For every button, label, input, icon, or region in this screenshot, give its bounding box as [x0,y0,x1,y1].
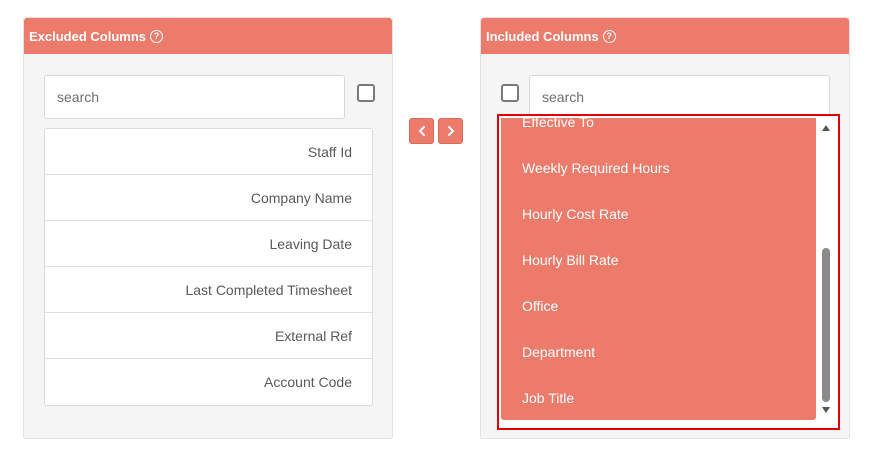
list-item[interactable]: Office [501,283,816,329]
included-columns-header: Included Columns ? [481,18,849,54]
question-circle-icon[interactable]: ? [150,29,164,43]
excluded-columns-title: Excluded Columns [29,28,147,44]
included-columns-title: Included Columns [486,28,599,44]
move-right-button[interactable] [438,118,463,144]
excluded-columns-panel: Excluded Columns ? Staff Id Company Name… [23,17,393,439]
list-item[interactable]: Company Name [45,175,372,221]
scroll-thumb[interactable] [822,248,830,402]
included-columns-list[interactable]: Effective To Weekly Required Hours Hourl… [501,118,816,420]
included-list-scrollbar[interactable] [817,118,836,420]
question-circle-icon[interactable]: ? [602,29,616,43]
list-item[interactable]: Leaving Date [45,221,372,267]
move-left-button[interactable] [409,118,434,144]
scroll-down-icon[interactable] [822,407,830,413]
list-item[interactable]: Hourly Cost Rate [501,191,816,237]
list-item[interactable]: Hourly Bill Rate [501,237,816,283]
list-item[interactable]: Weekly Required Hours [501,145,816,191]
list-item[interactable]: External Ref [45,313,372,359]
list-item[interactable]: Effective To [501,118,816,145]
excluded-search-input[interactable] [44,75,345,119]
chevron-right-icon [447,126,454,136]
included-select-all-checkbox[interactable] [501,84,519,102]
excluded-select-all-checkbox[interactable] [357,84,375,102]
list-item[interactable]: Job Title [501,375,816,420]
excluded-columns-list: Staff Id Company Name Leaving Date Last … [44,128,373,406]
excluded-columns-header: Excluded Columns ? [24,18,392,54]
scroll-up-icon[interactable] [822,125,830,131]
list-item[interactable]: Last Completed Timesheet [45,267,372,313]
list-item[interactable]: Account Code [45,359,372,405]
included-search-input[interactable] [529,75,830,119]
included-columns-list-highlight: Effective To Weekly Required Hours Hourl… [497,114,840,430]
list-item[interactable]: Staff Id [45,129,372,175]
chevron-left-icon [418,126,425,136]
list-item[interactable]: Department [501,329,816,375]
